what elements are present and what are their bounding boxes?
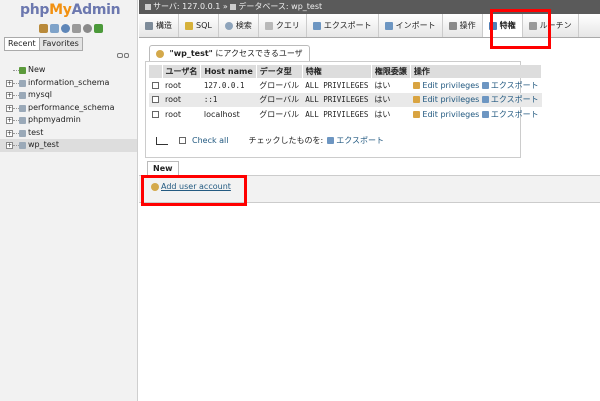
expand-icon[interactable]: + (6, 117, 13, 124)
edit-privileges-icon (413, 81, 421, 89)
export-icon (481, 96, 489, 104)
export-icon (481, 81, 489, 89)
export-user-link[interactable]: エクスポート (481, 81, 539, 90)
with-selected-label: チェックしたものを: (248, 136, 324, 145)
tab-operations[interactable]: 操作 (443, 14, 483, 37)
wrench-icon (448, 21, 457, 30)
breadcrumb-separator: » (222, 2, 228, 11)
query-icon (264, 21, 273, 30)
sql-icon (185, 21, 193, 30)
tab-export[interactable]: エクスポート (307, 14, 379, 37)
expand-icon[interactable]: + (6, 142, 13, 149)
phpmyadmin-logo[interactable]: phpMyAdmin (20, 2, 121, 18)
row-checkbox[interactable] (152, 81, 159, 89)
table-row: root ::1 グローバル ALL PRIVILEGES はい Edit pr… (149, 92, 542, 107)
sidebar-item-mysql[interactable]: + mysql (0, 89, 137, 102)
database-icon (230, 3, 237, 10)
expand-icon[interactable]: + (6, 79, 13, 87)
docs-icon[interactable] (72, 24, 81, 33)
sidebar-item-new[interactable]: New (0, 64, 137, 77)
expand-icon[interactable]: + (6, 104, 13, 112)
row-checkbox[interactable] (152, 110, 159, 118)
tab-import[interactable]: インポート (379, 14, 443, 37)
header-action: 操作 (410, 65, 543, 78)
sidebar-item-test[interactable]: + test (0, 127, 137, 140)
edit-privileges-link[interactable]: Edit privileges (413, 81, 479, 90)
bulk-actions-row: Check all チェックしたものを: エクスポート (155, 135, 384, 146)
tab-sql[interactable]: SQL (179, 14, 219, 37)
users-table: ユーザ名 Host name データ型 特権 権限委譲 操作 root 127.… (149, 65, 543, 122)
import-icon (384, 21, 393, 30)
header-privileges[interactable]: 特権 (302, 65, 372, 78)
header-username[interactable]: ユーザ名 (162, 65, 202, 78)
sidebar-item-phpmyadmin[interactable]: + phpmyadmin (0, 114, 137, 127)
header-hostname[interactable]: Host name (200, 65, 257, 78)
database-icon (19, 104, 26, 112)
new-db-icon (19, 67, 26, 74)
user-icon (156, 49, 164, 58)
select-arrow-icon (155, 136, 169, 145)
server-icon (145, 3, 151, 10)
quick-icons (39, 24, 103, 33)
edit-privileges-link[interactable]: Edit privileges (413, 95, 479, 104)
export-icon (481, 110, 489, 118)
row-checkbox[interactable] (152, 96, 159, 104)
header-type[interactable]: データ型 (256, 65, 303, 78)
database-icon (19, 92, 26, 99)
edit-privileges-link[interactable]: Edit privileges (413, 110, 479, 119)
export-user-link[interactable]: エクスポート (481, 110, 539, 119)
sidebar-item-performance-schema[interactable]: + performance_schema (0, 102, 137, 115)
sidebar-item-information-schema[interactable]: + information_schema (0, 77, 137, 90)
export-icon (312, 21, 321, 30)
table-row: root 127.0.0.1 グローバル ALL PRIVILEGES はい E… (149, 78, 542, 93)
breadcrumb-server[interactable]: サーバ: 127.0.0.1 (153, 2, 220, 11)
table-row: root localhost グローバル ALL PRIVILEGES はい E… (149, 107, 542, 122)
check-all-label[interactable]: Check all (192, 136, 229, 145)
database-icon (19, 142, 26, 149)
structure-icon (145, 21, 153, 30)
annotation-box-privileges-tab (490, 9, 551, 49)
expand-icon[interactable]: + (6, 92, 13, 99)
header-checkbox (149, 65, 163, 78)
bulk-export-button[interactable]: エクスポート (327, 135, 384, 146)
database-icon (19, 117, 26, 124)
home-icon[interactable] (39, 24, 48, 33)
link-chain-icon[interactable] (117, 53, 129, 58)
sidebar-item-wp-test[interactable]: + wp_test (0, 139, 137, 152)
database-tree: New + information_schema + mysql + perfo… (0, 64, 137, 152)
table-header-row: ユーザ名 Host name データ型 特権 権限委譲 操作 (149, 65, 543, 78)
sidebar-tabs: Recent Favorites (4, 37, 83, 51)
edit-privileges-icon (413, 110, 421, 118)
export-icon (327, 137, 335, 144)
help-icon[interactable] (61, 24, 70, 33)
tab-query[interactable]: クエリ (259, 14, 307, 37)
users-section-title: "wp_test" にアクセスできるユーザ (149, 45, 310, 61)
expand-icon[interactable]: + (6, 129, 13, 137)
new-section-legend: New (147, 161, 179, 175)
tab-favorites[interactable]: Favorites (38, 37, 83, 51)
database-icon (19, 79, 26, 87)
breadcrumb-database[interactable]: データベース: wp_test (238, 2, 322, 11)
logout-icon[interactable] (50, 24, 59, 33)
export-user-link[interactable]: エクスポート (481, 95, 539, 104)
annotation-box-add-user (141, 175, 247, 206)
gear-icon[interactable] (83, 24, 92, 33)
check-all-checkbox[interactable] (179, 137, 186, 144)
search-icon (224, 21, 233, 30)
navigation-sidebar: phpMyAdmin Recent Favorites New + inform… (0, 0, 138, 401)
database-icon (19, 129, 26, 137)
tab-search[interactable]: 検索 (219, 14, 259, 37)
tab-structure[interactable]: 構造 (139, 14, 179, 37)
header-grant[interactable]: 権限委譲 (371, 65, 411, 78)
main-panel: サーバ: 127.0.0.1 » データベース: wp_test 構造 SQL … (139, 0, 600, 401)
tab-recent[interactable]: Recent (4, 37, 40, 51)
reload-icon[interactable] (94, 24, 103, 33)
edit-privileges-icon (413, 96, 421, 104)
